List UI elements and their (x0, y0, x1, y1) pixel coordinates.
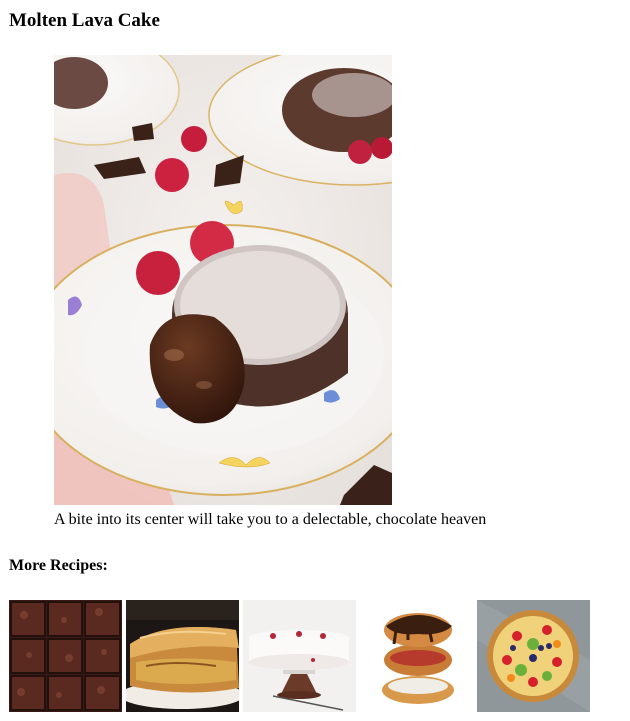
brownies-thumbnail[interactable] (9, 600, 122, 712)
donuts-thumbnail[interactable] (360, 600, 473, 712)
apple-pie-thumbnail[interactable] (126, 600, 239, 712)
recipe-caption: A bite into its center will take you to … (54, 511, 487, 528)
fruit-tart-thumbnail[interactable] (477, 600, 590, 712)
page-title: Molten Lava Cake (9, 10, 160, 31)
more-recipes-heading: More Recipes: (9, 557, 108, 574)
layer-cake-thumbnail[interactable] (243, 600, 356, 712)
lava-cake-image (54, 55, 392, 505)
